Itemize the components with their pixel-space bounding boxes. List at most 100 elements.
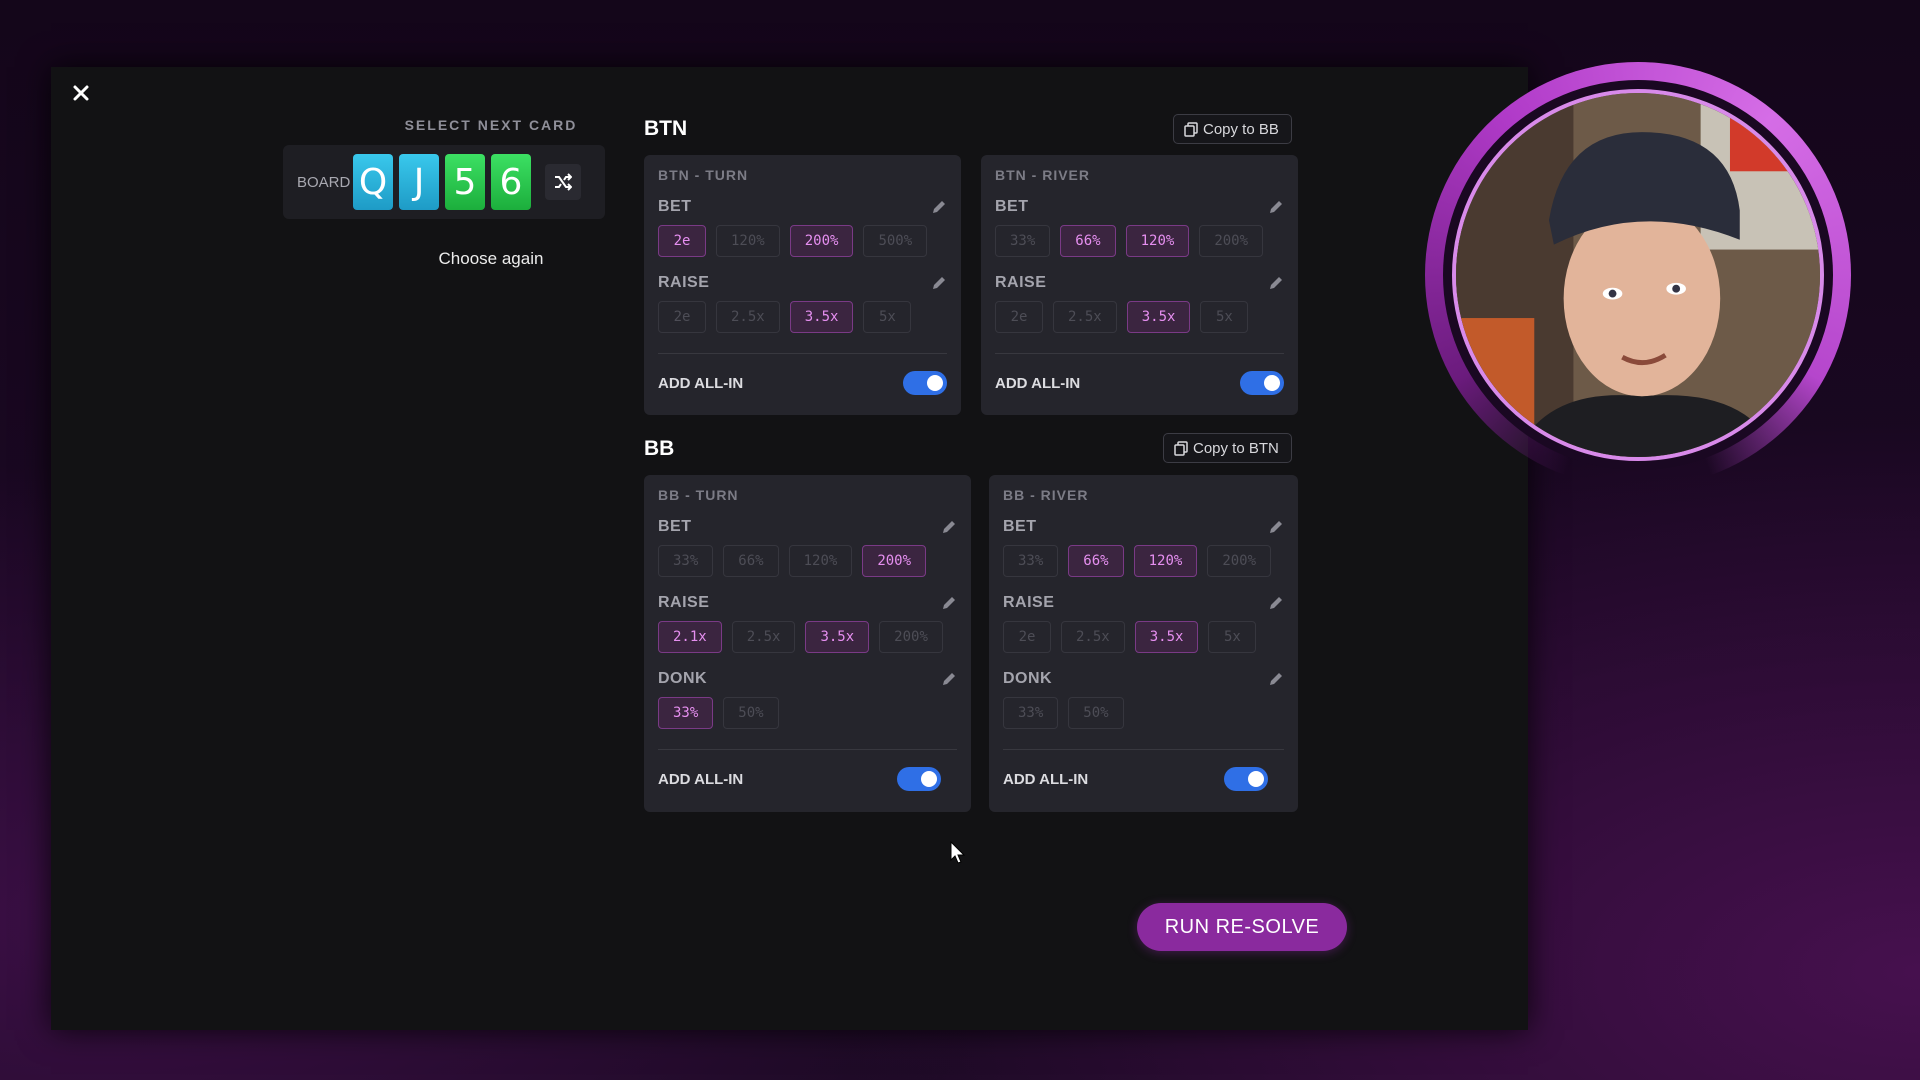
- copy-to-bb-label: Copy to BB: [1203, 120, 1279, 138]
- size-chip[interactable]: 2.5x: [1061, 621, 1125, 653]
- size-chip[interactable]: 50%: [1068, 697, 1124, 729]
- pencil-icon[interactable]: [941, 519, 957, 535]
- copy-to-bb-button[interactable]: Copy to BB: [1173, 114, 1292, 144]
- size-chip[interactable]: 200%: [789, 225, 854, 257]
- webcam-video: [1452, 89, 1824, 461]
- mouse-cursor-icon: [950, 841, 966, 864]
- bet-chips: 33% 66% 120% 200%: [1003, 545, 1284, 577]
- size-chip[interactable]: 200%: [879, 621, 943, 653]
- toggle-knob: [1248, 771, 1264, 787]
- pencil-icon[interactable]: [941, 595, 957, 611]
- bet-chips: 2e 120% 200% 500%: [658, 225, 947, 257]
- size-chip[interactable]: 3.5x: [805, 621, 870, 653]
- size-chip[interactable]: 200%: [1199, 225, 1264, 257]
- bb-section-title: BB: [644, 437, 675, 460]
- raise-chips: 2e 2.5x 3.5x 5x: [658, 301, 947, 333]
- copy-to-btn-label: Copy to BTN: [1193, 439, 1279, 457]
- donk-chips: 33% 50%: [1003, 697, 1284, 729]
- raise-label: RAISE: [658, 594, 710, 611]
- add-all-in-toggle[interactable]: [897, 767, 941, 791]
- size-chip[interactable]: 2e: [658, 301, 706, 333]
- resolve-modal: SELECT NEXT CARD BOARD Q J 5 6 Choose ag…: [51, 67, 1528, 1030]
- add-all-in-toggle[interactable]: [1240, 371, 1284, 395]
- size-chip[interactable]: 120%: [716, 225, 780, 257]
- donk-label: DONK: [1003, 670, 1053, 687]
- size-chip[interactable]: 500%: [863, 225, 928, 257]
- size-chip[interactable]: 66%: [723, 545, 779, 577]
- btn-turn-panel: BTN - TURN BET 2e 120% 200% 500% RAISE 2e 2.…: [644, 155, 961, 415]
- pencil-icon[interactable]: [941, 671, 957, 687]
- shuffle-icon: [555, 173, 572, 191]
- size-chip[interactable]: 2e: [658, 225, 706, 257]
- webcam-overlay: [1425, 62, 1851, 488]
- raise-label: RAISE: [1003, 594, 1055, 611]
- streamer-image: [1456, 93, 1820, 457]
- size-chip[interactable]: 2.5x: [1053, 301, 1117, 333]
- size-chip[interactable]: 120%: [1125, 225, 1190, 257]
- size-chip[interactable]: 200%: [862, 545, 927, 577]
- raise-chips: 2.1x 2.5x 3.5x 200%: [658, 621, 957, 653]
- add-all-in-toggle[interactable]: [1224, 767, 1268, 791]
- add-all-in-label: ADD ALL-IN: [658, 770, 744, 788]
- bet-label: BET: [1003, 518, 1037, 535]
- shuffle-button[interactable]: [545, 164, 581, 200]
- pencil-icon[interactable]: [1268, 595, 1284, 611]
- size-chip[interactable]: 3.5x: [1134, 621, 1199, 653]
- raise-chips: 2e 2.5x 3.5x 5x: [1003, 621, 1284, 653]
- board-card[interactable]: 6: [491, 154, 531, 210]
- close-button[interactable]: [69, 81, 93, 105]
- size-chip[interactable]: 3.5x: [789, 301, 854, 333]
- size-chip[interactable]: 33%: [658, 697, 714, 729]
- toggle-knob: [921, 771, 937, 787]
- size-chip[interactable]: 5x: [1200, 301, 1249, 333]
- bb-turn-panel: BB - TURN BET 33% 66% 120% 200% RAISE 2.1x 2…: [644, 475, 971, 812]
- pencil-icon[interactable]: [931, 199, 947, 215]
- add-all-in-toggle[interactable]: [903, 371, 947, 395]
- size-chip[interactable]: 33%: [995, 225, 1051, 257]
- add-all-in-label: ADD ALL-IN: [658, 374, 744, 392]
- size-chip[interactable]: 2.5x: [716, 301, 780, 333]
- board-card[interactable]: Q: [353, 154, 393, 210]
- copy-icon: [1184, 121, 1198, 137]
- size-chip[interactable]: 33%: [658, 545, 714, 577]
- pencil-icon[interactable]: [931, 275, 947, 291]
- board-label: BOARD: [297, 173, 351, 191]
- select-next-card-label: SELECT NEXT CARD: [404, 117, 578, 133]
- size-chip[interactable]: 2.5x: [731, 621, 796, 653]
- pencil-icon[interactable]: [1268, 275, 1284, 291]
- size-chip[interactable]: 5x: [863, 301, 912, 333]
- bet-chips: 33% 66% 120% 200%: [658, 545, 957, 577]
- panel-title: BB - TURN: [658, 487, 739, 503]
- size-chip[interactable]: 200%: [1207, 545, 1272, 577]
- size-chip[interactable]: 2e: [995, 301, 1043, 333]
- copy-to-btn-button[interactable]: Copy to BTN: [1163, 433, 1292, 463]
- size-chip[interactable]: 50%: [723, 697, 779, 729]
- pencil-icon[interactable]: [1268, 199, 1284, 215]
- pencil-icon[interactable]: [1268, 519, 1284, 535]
- run-resolve-button[interactable]: RUN RE-SOLVE: [1137, 903, 1347, 951]
- size-chip[interactable]: 66%: [1060, 225, 1116, 257]
- board-card[interactable]: 5: [445, 154, 485, 210]
- size-chip[interactable]: 120%: [788, 545, 853, 577]
- bet-label: BET: [995, 198, 1029, 215]
- size-chip[interactable]: 33%: [1003, 697, 1059, 729]
- size-chip[interactable]: 2.1x: [658, 621, 722, 653]
- size-chip[interactable]: 3.5x: [1126, 301, 1191, 333]
- add-all-in-label: ADD ALL-IN: [995, 374, 1081, 392]
- panel-title: BB - RIVER: [1003, 487, 1089, 503]
- board-selector: BOARD Q J 5 6: [283, 145, 605, 219]
- bet-label: BET: [658, 198, 692, 215]
- btn-river-panel: BTN - RIVER BET 33% 66% 120% 200% RAISE 2e 2…: [981, 155, 1298, 415]
- panel-title: BTN - TURN: [658, 167, 749, 183]
- pencil-icon[interactable]: [1268, 671, 1284, 687]
- panel-title: BTN - RIVER: [995, 167, 1090, 183]
- size-chip[interactable]: 120%: [1133, 545, 1198, 577]
- size-chip[interactable]: 33%: [1003, 545, 1059, 577]
- size-chip[interactable]: 5x: [1208, 621, 1257, 653]
- size-chip[interactable]: 2e: [1003, 621, 1051, 653]
- size-chip[interactable]: 66%: [1068, 545, 1124, 577]
- add-all-in-label: ADD ALL-IN: [1003, 770, 1089, 788]
- choose-again-link[interactable]: Choose again: [381, 249, 601, 269]
- board-card[interactable]: J: [399, 154, 439, 210]
- raise-chips: 2e 2.5x 3.5x 5x: [995, 301, 1284, 333]
